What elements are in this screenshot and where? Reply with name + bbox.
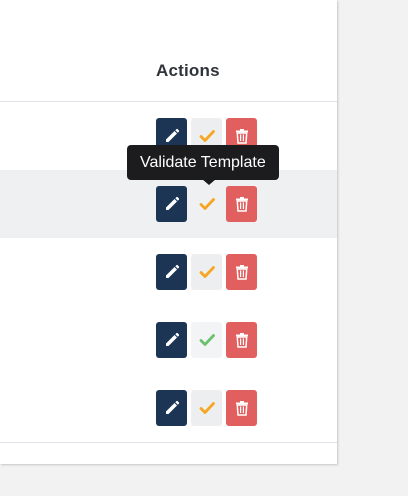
delete-button[interactable] [226,186,257,222]
delete-button[interactable] [226,390,257,426]
edit-button[interactable] [156,390,187,426]
pencil-icon [164,400,180,416]
delete-button[interactable] [226,322,257,358]
validate-template-button[interactable] [191,322,222,358]
row-actions [156,390,257,426]
validate-template-button[interactable] [191,186,222,222]
templates-table-panel: Actions [0,0,337,464]
edit-button[interactable] [156,322,187,358]
trash-icon [234,128,250,144]
row-actions [156,254,257,290]
check-icon [199,332,215,348]
check-icon [199,196,215,212]
edit-button[interactable] [156,186,187,222]
table-header-row: Actions [0,24,337,102]
row-actions [156,322,257,358]
table-row [0,374,337,443]
pencil-icon [164,332,180,348]
delete-button[interactable] [226,254,257,290]
table-top-strip [0,0,337,25]
validate-template-button[interactable] [191,390,222,426]
check-icon [199,400,215,416]
actions-column-header: Actions [156,61,220,80]
trash-icon [234,400,250,416]
table-row [0,238,337,307]
pencil-icon [164,128,180,144]
check-icon [199,128,215,144]
trash-icon [234,264,250,280]
check-icon [199,264,215,280]
table-row [0,170,337,239]
validate-template-button[interactable] [191,254,222,290]
validate-template-tooltip: Validate Template [127,145,279,180]
row-actions [156,186,257,222]
tooltip-arrow [202,179,216,185]
edit-button[interactable] [156,254,187,290]
trash-icon [234,332,250,348]
pencil-icon [164,264,180,280]
trash-icon [234,196,250,212]
table-row [0,306,337,375]
pencil-icon [164,196,180,212]
